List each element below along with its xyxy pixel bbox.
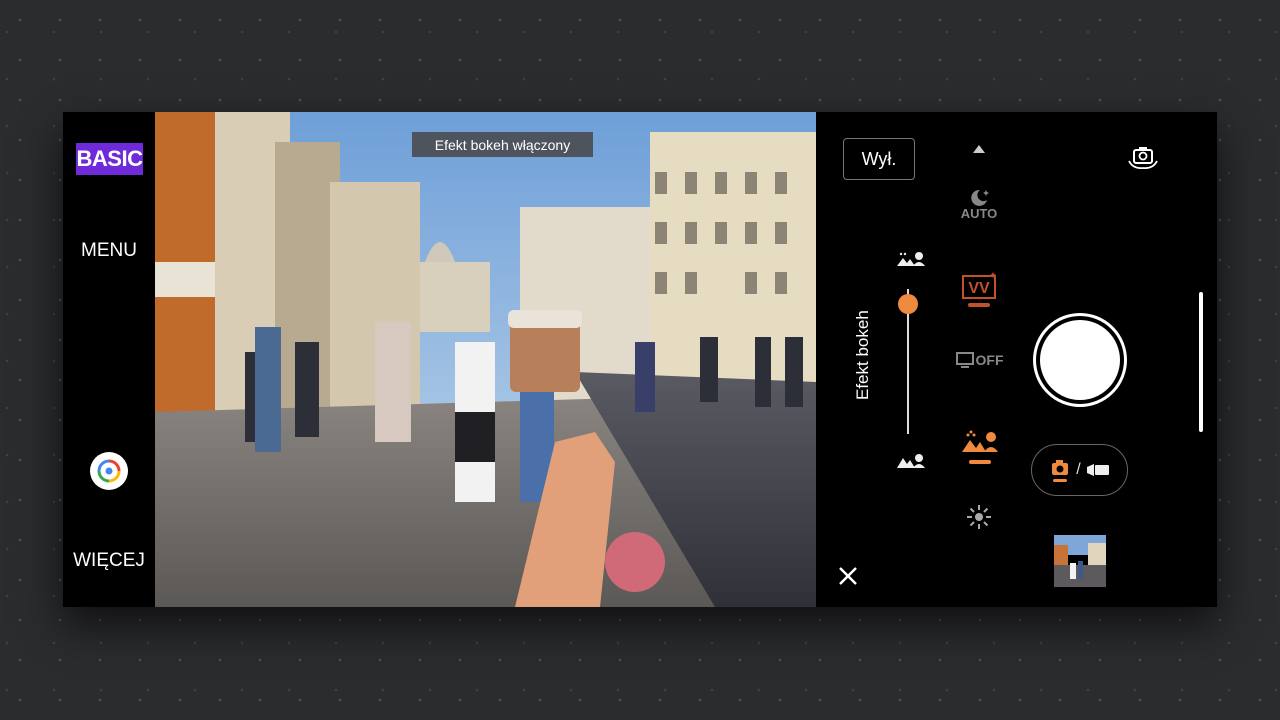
- mode-separator: /: [1076, 461, 1081, 478]
- menu-button[interactable]: MENU: [63, 240, 155, 262]
- viewfinder-scene: [155, 112, 816, 607]
- photo-icon[interactable]: [1050, 457, 1070, 483]
- zoom-scroll-bar[interactable]: [1199, 292, 1203, 432]
- google-lens-icon[interactable]: [90, 452, 128, 490]
- bokeh-icon[interactable]: [959, 425, 1001, 469]
- screen-off-label: OFF: [975, 352, 1004, 368]
- camera-app: BASIC MENU WIĘCEJ Efekt bokeh włączony W…: [63, 112, 1217, 607]
- right-control-panel: Wył. AUTO VV OFF Efekt bokeh /: [816, 112, 1217, 607]
- svg-text:VV: VV: [968, 280, 990, 297]
- photo-video-toggle[interactable]: /: [1031, 444, 1128, 496]
- screen-off-icon[interactable]: OFF: [953, 344, 1005, 376]
- gallery-thumbnail[interactable]: [1054, 535, 1106, 587]
- shutter-button-inner: [1040, 320, 1120, 400]
- more-button[interactable]: WIĘCEJ: [63, 550, 155, 572]
- close-icon[interactable]: [836, 564, 860, 588]
- video-stabilizer-icon[interactable]: VV: [959, 265, 999, 313]
- viewfinder[interactable]: Efekt bokeh włączony: [155, 112, 816, 607]
- night-auto-icon[interactable]: AUTO: [959, 185, 999, 223]
- left-control-bar: BASIC MENU WIĘCEJ: [63, 112, 155, 607]
- bokeh-toast: Efekt bokeh włączony: [412, 132, 593, 157]
- bokeh-max-icon: [894, 248, 926, 270]
- bokeh-min-icon: [894, 450, 926, 472]
- bokeh-slider-thumb[interactable]: [898, 293, 918, 314]
- scroll-up-icon[interactable]: [970, 142, 988, 156]
- brightness-icon[interactable]: [964, 502, 994, 532]
- video-icon[interactable]: [1086, 463, 1109, 477]
- night-auto-label: AUTO: [960, 205, 998, 221]
- bokeh-slider-label: Efekt bokeh: [853, 310, 872, 400]
- stabilizer-indicator: [968, 303, 990, 307]
- mode-badge[interactable]: BASIC: [76, 143, 143, 175]
- bokeh-indicator: [969, 460, 991, 464]
- shutter-button[interactable]: [1033, 313, 1127, 407]
- off-button[interactable]: Wył.: [843, 138, 915, 180]
- camera-switch-icon[interactable]: [1125, 144, 1161, 172]
